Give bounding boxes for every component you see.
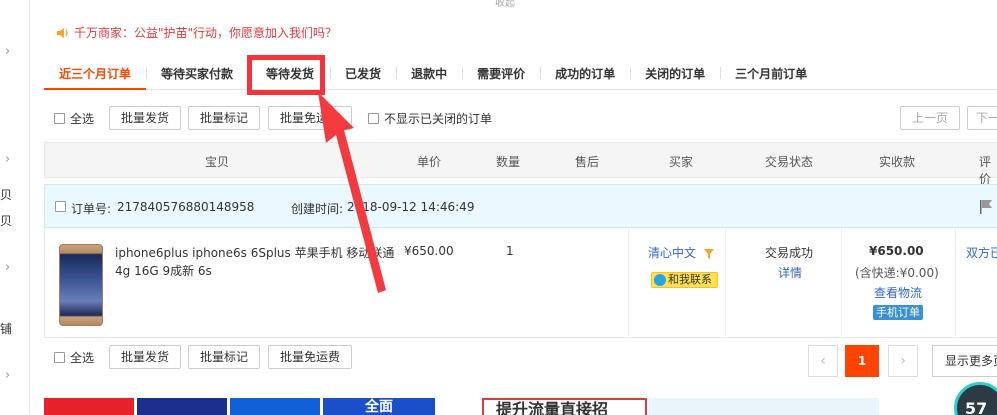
- notice-bar[interactable]: 千万商家：公益"护苗"行动，你愿意加入我们吗？: [56, 24, 337, 41]
- tab-refunding[interactable]: 退款中: [396, 58, 462, 90]
- tab-label: 关闭的订单: [645, 67, 706, 81]
- view-logistics-link[interactable]: 查看物流: [874, 284, 922, 301]
- pager-prev-button[interactable]: ‹: [808, 345, 838, 377]
- tab-closed[interactable]: 关闭的订单: [630, 58, 720, 90]
- contact-me-button[interactable]: 和我联系: [651, 272, 718, 288]
- unit-price: ¥650.00: [404, 244, 454, 258]
- rail-label: 铺: [0, 322, 13, 336]
- column-header-unit-price: 单价: [417, 155, 442, 169]
- chevron-right-icon[interactable]: ›: [5, 152, 10, 167]
- tab-label: 近三个月订单: [59, 67, 132, 81]
- created-time-label: 创建时间:: [291, 202, 344, 216]
- hide-closed-label: 不显示已关闭的订单: [384, 112, 493, 126]
- trade-status: 交易成功: [765, 246, 814, 260]
- show-more-pages-button[interactable]: 显示更多页: [932, 345, 997, 377]
- batch-mark-button[interactable]: 批量标记: [188, 345, 260, 369]
- quantity: 1: [506, 244, 514, 258]
- pager-current-page[interactable]: 1: [845, 345, 879, 377]
- buyer-link[interactable]: 清心中文: [648, 244, 714, 261]
- speed-badge[interactable]: 57: [954, 382, 997, 415]
- tab-label: 需要评价: [477, 67, 526, 81]
- tab-label: 成功的订单: [555, 67, 616, 81]
- flag-icon[interactable]: [979, 199, 993, 215]
- select-all[interactable]: 全选: [54, 110, 94, 127]
- hide-closed-checkbox[interactable]: [368, 113, 379, 124]
- select-all-checkbox[interactable]: [54, 113, 65, 124]
- batch-ship-button[interactable]: 批量发货: [109, 106, 181, 130]
- created-time: 2018-09-12 14:46:49: [347, 200, 475, 214]
- batch-free-shipping-button[interactable]: 批量免运费: [268, 345, 352, 369]
- order-tabs: 近三个月订单 等待买家付款 等待发货 已发货 退款中 需要评价 成功的订单 关闭…: [44, 58, 997, 90]
- left-rail: › › 贝 贝 › 铺 ›: [0, 0, 30, 415]
- promo-banner[interactable]: [137, 398, 227, 415]
- column-divider: [955, 228, 956, 338]
- hide-closed-orders[interactable]: 不显示已关闭的订单: [368, 110, 492, 127]
- tab-successful[interactable]: 成功的订单: [540, 58, 630, 90]
- collapse-toggle[interactable]: 收起: [470, 0, 540, 9]
- select-all-bottom[interactable]: 全选: [54, 349, 94, 366]
- select-all-label: 全选: [70, 351, 95, 365]
- chat-icon: [654, 274, 666, 286]
- shipping-fee: (含快递:¥0.00): [855, 266, 939, 280]
- promo-banner[interactable]: [44, 398, 134, 415]
- table-header: 宝贝 单价 数量 售后 买家 交易状态 实收款 评价: [44, 142, 997, 186]
- batch-free-shipping-button[interactable]: 批量免运费: [268, 106, 352, 130]
- product-title[interactable]: iphone6plus iphone6s 6Splus 苹果手机 移动联通4g …: [115, 244, 400, 280]
- column-header-item: 宝贝: [205, 155, 230, 169]
- paid-amount: ¥650.00: [869, 244, 924, 258]
- promo-banner[interactable]: [649, 398, 879, 415]
- rail-label: 贝: [0, 188, 13, 202]
- contact-label: 和我联系: [668, 273, 712, 286]
- order-number-label: 订单号:: [71, 202, 112, 216]
- promo-banner[interactable]: [230, 398, 320, 415]
- column-header-after-sale: 售后: [575, 155, 600, 169]
- order-row: iphone6plus iphone6s 6Splus 苹果手机 移动联通4g …: [44, 228, 997, 338]
- order-number: 217840576880148958: [117, 200, 255, 214]
- tab-older-than-three-months[interactable]: 三个月前订单: [720, 58, 822, 90]
- speaker-icon: [57, 27, 68, 38]
- promo-banner[interactable]: 全面: [323, 398, 435, 415]
- mobile-order-badge: 手机订单: [873, 305, 923, 320]
- tab-recent-three-months[interactable]: 近三个月订单: [44, 58, 147, 90]
- order-header: 订单号: 217840576880148958 创建时间: 2018-09-12…: [44, 184, 997, 228]
- prev-page-button[interactable]: 上一页: [900, 106, 960, 130]
- rail-label: 贝: [0, 214, 13, 228]
- promo-banners: 全面 提升流量直接招: [44, 398, 997, 415]
- column-header-review: 评价: [979, 155, 992, 186]
- highlight-box: [247, 55, 325, 95]
- column-divider: [841, 228, 842, 338]
- filter-icon[interactable]: [703, 248, 714, 259]
- tab-label: 三个月前订单: [735, 67, 808, 81]
- tab-needs-review[interactable]: 需要评价: [462, 58, 540, 90]
- select-all-checkbox[interactable]: [54, 352, 65, 363]
- next-page-button[interactable]: 下一: [967, 106, 997, 130]
- product-thumbnail[interactable]: [59, 244, 103, 326]
- order-checkbox[interactable]: [55, 201, 66, 212]
- column-header-buyer: 买家: [669, 155, 694, 169]
- batch-mark-button[interactable]: 批量标记: [188, 106, 260, 130]
- tab-awaiting-payment[interactable]: 等待买家付款: [146, 58, 248, 90]
- bottom-toolbar: 全选 批量发货 批量标记 批量免运费 ‹ 1 › 显示更多页: [44, 340, 997, 380]
- column-divider: [725, 228, 726, 338]
- chevron-right-icon[interactable]: ›: [5, 260, 10, 275]
- pager-next-button[interactable]: ›: [888, 345, 918, 377]
- order-toolbar: 全选 批量发货 批量标记 批量免运费 不显示已关闭的订单 上一页 下一: [44, 104, 997, 136]
- detail-link[interactable]: 详情: [778, 264, 802, 281]
- buyer-name: 清心中文: [648, 246, 697, 260]
- promo-banner-text[interactable]: 提升流量直接招: [482, 398, 647, 415]
- column-header-quantity: 数量: [496, 155, 521, 169]
- chevron-right-icon[interactable]: ›: [5, 368, 10, 383]
- column-header-paid: 实收款: [879, 155, 916, 169]
- batch-ship-button[interactable]: 批量发货: [109, 345, 181, 369]
- tab-shipped[interactable]: 已发货: [330, 58, 396, 90]
- review-status[interactable]: 双方已: [966, 244, 997, 261]
- tab-label: 退款中: [411, 67, 448, 81]
- chevron-right-icon[interactable]: ›: [5, 44, 10, 59]
- select-all-label: 全选: [70, 112, 95, 126]
- column-divider: [628, 228, 629, 338]
- notice-text: 千万商家：公益"护苗"行动，你愿意加入我们吗？: [74, 26, 338, 40]
- tab-label: 等待买家付款: [161, 67, 234, 81]
- column-header-status: 交易状态: [765, 155, 814, 169]
- tab-label: 已发货: [345, 67, 382, 81]
